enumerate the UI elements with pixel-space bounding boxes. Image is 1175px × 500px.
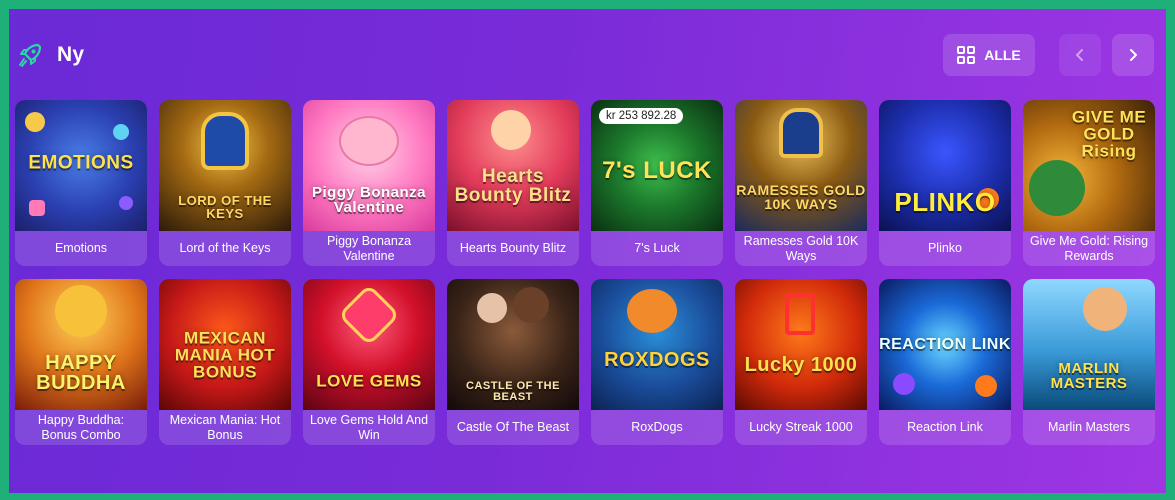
game-title: Hearts Bounty Blitz xyxy=(459,241,567,255)
game-logo: RAMESSES GOLD 10K WAYS xyxy=(736,181,866,212)
game-title: Give Me Gold: Rising Rewards xyxy=(1029,233,1149,263)
games-row-2: HAPPY BUDDHA Happy Buddha: Bonus Combo M… xyxy=(15,279,1155,445)
game-thumbnail: MEXICAN MANIA HOT BONUS xyxy=(159,279,291,410)
game-logo: EMOTIONS xyxy=(28,152,134,174)
section-header: Ny ALLE xyxy=(9,9,1166,95)
rocket-icon xyxy=(19,43,42,67)
game-logo: ROXDOGS xyxy=(604,349,710,372)
section-title: Ny xyxy=(57,43,85,66)
game-logo: 7's LUCK xyxy=(602,156,712,184)
game-thumbnail: PLINKO xyxy=(879,100,1011,231)
grid-icon xyxy=(957,46,976,64)
game-logo: LORD OF THE KEYS xyxy=(178,193,272,222)
view-all-label: ALLE xyxy=(984,47,1021,63)
game-logo: Hearts Bounty Blitz xyxy=(454,166,572,207)
game-thumbnail: CASTLE OF THE BEAST xyxy=(447,279,579,410)
game-title: Castle Of The Beast xyxy=(456,420,570,434)
game-thumbnail: HAPPY BUDDHA xyxy=(15,279,147,410)
game-card-mexican-mania[interactable]: MEXICAN MANIA HOT BONUS Mexican Mania: H… xyxy=(159,279,291,445)
chevron-left-icon xyxy=(1076,49,1083,61)
game-title: Lord of the Keys xyxy=(179,241,271,255)
game-title: Emotions xyxy=(54,241,108,255)
section-title-wrap: Ny xyxy=(17,42,84,68)
game-logo: Lucky 1000 xyxy=(744,354,858,377)
game-logo: Piggy Bonanza Valentine xyxy=(311,183,426,216)
game-title: Love Gems Hold And Win xyxy=(309,412,429,442)
next-button[interactable] xyxy=(1112,34,1154,76)
previous-button[interactable] xyxy=(1059,34,1101,76)
game-thumbnail: Piggy Bonanza Valentine xyxy=(303,100,435,231)
game-card-marlin-masters[interactable]: MARLIN MASTERS Marlin Masters xyxy=(1023,279,1155,445)
game-card-roxdogs[interactable]: ROXDOGS RoxDogs xyxy=(591,279,723,445)
game-card-7s-luck[interactable]: 7's LUCK kr 253 892.28 7's Luck xyxy=(591,100,723,266)
chevron-right-icon xyxy=(1130,49,1137,61)
game-logo: MARLIN MASTERS xyxy=(1050,359,1128,392)
game-logo: REACTION LINK xyxy=(879,335,1011,353)
game-card-hearts-bounty-blitz[interactable]: Hearts Bounty Blitz Hearts Bounty Blitz xyxy=(447,100,579,266)
game-title: Plinko xyxy=(927,241,963,255)
game-card-emotions[interactable]: EMOTIONS Emotions xyxy=(15,100,147,266)
game-card-ramesses-gold[interactable]: RAMESSES GOLD 10K WAYS Ramesses Gold 10K… xyxy=(735,100,867,266)
game-logo: GIVE ME GOLD Rising xyxy=(1071,107,1147,161)
view-all-button[interactable]: ALLE xyxy=(943,34,1035,76)
game-thumbnail: RAMESSES GOLD 10K WAYS xyxy=(735,100,867,231)
game-title: Happy Buddha: Bonus Combo xyxy=(37,412,125,442)
game-thumbnail: LORD OF THE KEYS xyxy=(159,100,291,231)
game-card-love-gems[interactable]: LOVE GEMS Love Gems Hold And Win xyxy=(303,279,435,445)
game-title: Piggy Bonanza Valentine xyxy=(326,233,412,263)
game-logo: MEXICAN MANIA HOT BONUS xyxy=(174,328,276,382)
games-row-1: EMOTIONS Emotions LORD OF THE KEYS Lord … xyxy=(15,100,1155,266)
game-logo: LOVE GEMS xyxy=(316,371,422,391)
game-card-castle-of-the-beast[interactable]: CASTLE OF THE BEAST Castle Of The Beast xyxy=(447,279,579,445)
jackpot-badge: kr 253 892.28 xyxy=(599,108,684,124)
game-logo: PLINKO xyxy=(894,187,996,218)
game-card-happy-buddha[interactable]: HAPPY BUDDHA Happy Buddha: Bonus Combo xyxy=(15,279,147,445)
game-thumbnail: MARLIN MASTERS xyxy=(1023,279,1155,410)
game-card-lucky-streak-1000[interactable]: Lucky 1000 Lucky Streak 1000 xyxy=(735,279,867,445)
game-title: Lucky Streak 1000 xyxy=(749,420,853,434)
game-thumbnail: ROXDOGS xyxy=(591,279,723,410)
game-thumbnail: EMOTIONS xyxy=(15,100,147,231)
game-thumbnail: REACTION LINK xyxy=(879,279,1011,410)
game-title: 7's Luck xyxy=(634,241,680,255)
game-title: Ramesses Gold 10K Ways xyxy=(743,233,859,263)
game-thumbnail: LOVE GEMS xyxy=(303,279,435,410)
game-title: Marlin Masters xyxy=(1048,420,1130,434)
game-thumbnail: GIVE ME GOLD Rising xyxy=(1023,100,1155,231)
game-logo: HAPPY BUDDHA xyxy=(36,352,126,395)
game-logo: CASTLE OF THE BEAST xyxy=(466,379,560,403)
game-card-plinko[interactable]: PLINKO Plinko xyxy=(879,100,1011,266)
game-thumbnail: 7's LUCK kr 253 892.28 xyxy=(591,100,723,231)
game-thumbnail: Lucky 1000 xyxy=(735,279,867,410)
game-thumbnail: Hearts Bounty Blitz xyxy=(447,100,579,231)
game-card-give-me-gold[interactable]: GIVE ME GOLD Rising Give Me Gold: Rising… xyxy=(1023,100,1155,266)
new-games-section: Ny ALLE EMOTIONS Emotions LORD OF THE KE… xyxy=(9,9,1166,493)
game-card-lord-of-the-keys[interactable]: LORD OF THE KEYS Lord of the Keys xyxy=(159,100,291,266)
game-title: RoxDogs xyxy=(631,420,683,434)
game-card-piggy-bonanza-valentine[interactable]: Piggy Bonanza Valentine Piggy Bonanza Va… xyxy=(303,100,435,266)
game-card-reaction-link[interactable]: REACTION LINK Reaction Link xyxy=(879,279,1011,445)
game-title: Reaction Link xyxy=(907,420,983,434)
game-title: Mexican Mania: Hot Bonus xyxy=(169,412,281,442)
